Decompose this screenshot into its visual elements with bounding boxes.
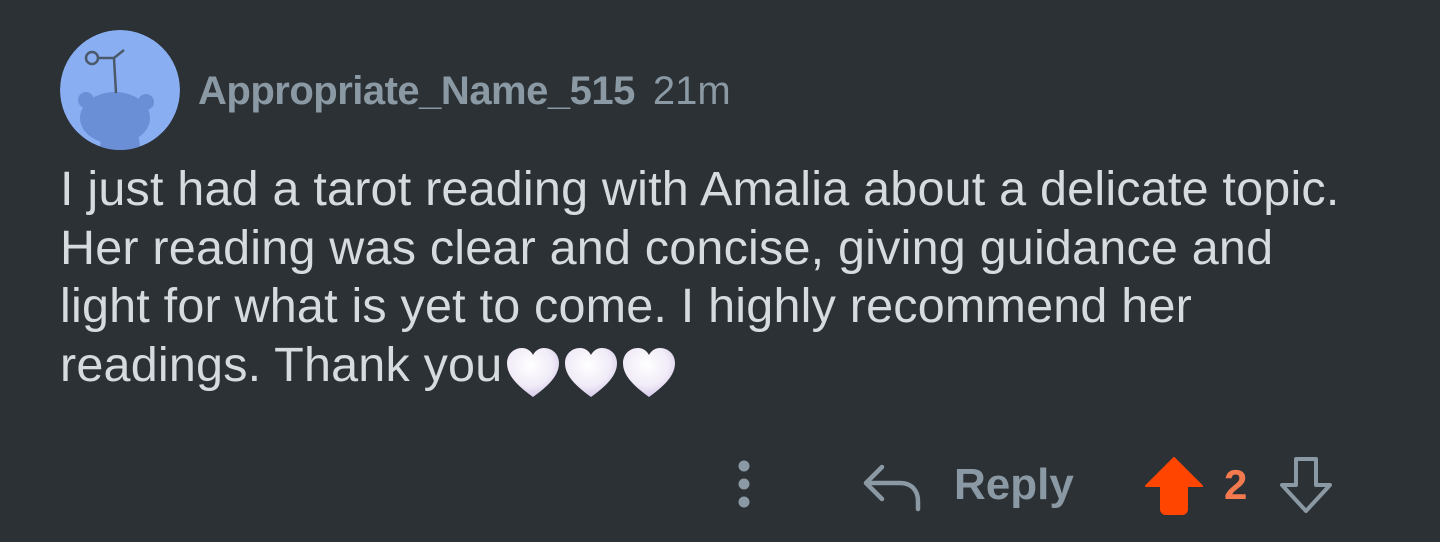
downvote-arrow-icon (1280, 457, 1332, 513)
snoo-avatar-icon (60, 30, 180, 150)
avatar[interactable] (60, 30, 180, 150)
comment: Appropriate_Name_515 21m I just had a ta… (0, 0, 1440, 542)
comment-body: I just had a tarot reading with Amalia a… (60, 160, 1360, 403)
vertical-dots-icon (738, 460, 750, 508)
reply-arrow-icon (863, 464, 921, 512)
white-heart-icon (623, 347, 676, 397)
reply-button[interactable]: Reply (860, 455, 1074, 515)
heart-emojis (504, 345, 678, 404)
comment-actions: Reply 2 (0, 455, 1440, 515)
more-options-button[interactable] (722, 455, 766, 515)
downvote-button[interactable] (1275, 455, 1337, 515)
white-heart-icon (565, 347, 618, 397)
timestamp: 21m (652, 68, 731, 113)
comment-header: Appropriate_Name_515 21m (60, 30, 731, 150)
vote-score: 2 (1224, 461, 1248, 508)
username[interactable]: Appropriate_Name_515 (198, 69, 635, 114)
reply-label: Reply (954, 460, 1074, 509)
upvote-button[interactable] (1143, 455, 1205, 515)
white-heart-icon (507, 347, 560, 397)
comment-text: I just had a tarot reading with Amalia a… (60, 162, 1340, 392)
upvote-arrow-icon (1145, 457, 1203, 515)
